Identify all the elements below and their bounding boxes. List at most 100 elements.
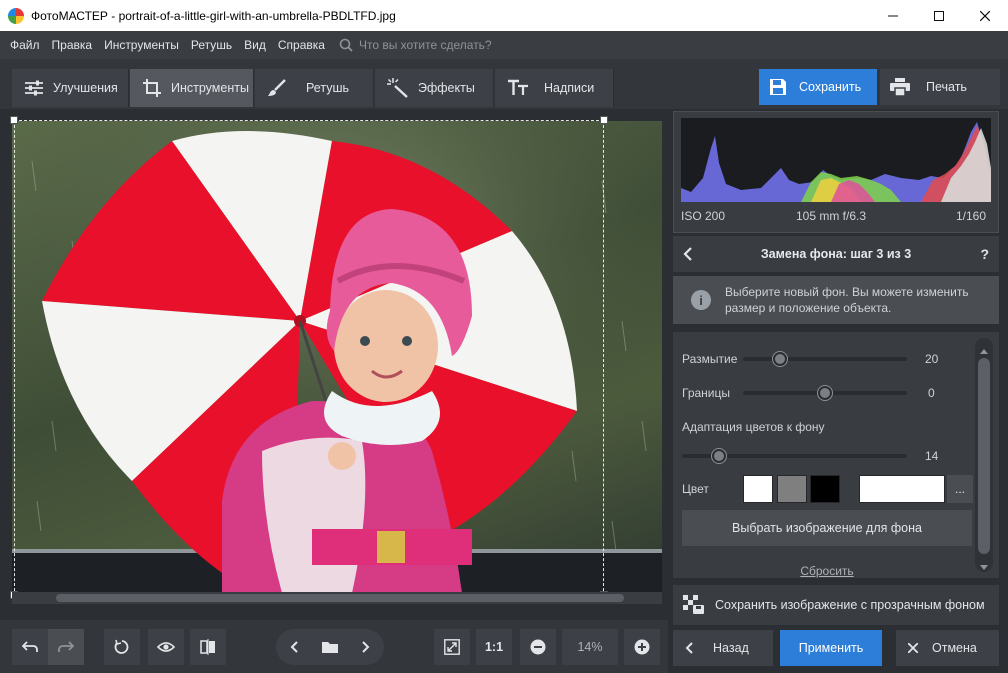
menu-tools[interactable]: Инструменты: [104, 38, 179, 52]
color-adapt-slider-thumb[interactable]: [711, 449, 726, 463]
undo-redo-group: [12, 629, 84, 665]
tab-label: Ретушь: [306, 81, 349, 95]
selected-color-field[interactable]: [859, 475, 945, 503]
tab-captions[interactable]: Надписи: [495, 69, 614, 107]
menu-retouch[interactable]: Ретушь: [191, 38, 232, 52]
tab-enhancements[interactable]: Улучшения: [12, 69, 129, 107]
actual-size-button[interactable]: 1:1: [476, 629, 512, 665]
borders-slider[interactable]: [743, 386, 907, 400]
zoom-out-button[interactable]: [520, 629, 556, 665]
scrollbar-thumb[interactable]: [978, 358, 990, 554]
chevron-right-icon: [362, 641, 370, 653]
eye-icon: [157, 642, 175, 652]
next-file-button[interactable]: [348, 629, 384, 665]
plus-circle-icon: [634, 639, 650, 655]
menu-search[interactable]: Что вы хотите сделать?: [339, 38, 492, 52]
cancel-button[interactable]: Отмена: [896, 630, 999, 666]
crop-handle-top-left[interactable]: [10, 116, 18, 124]
file-navigation: [276, 629, 384, 665]
tab-retouch[interactable]: Ретушь: [255, 69, 374, 107]
rotate-button[interactable]: [104, 629, 140, 665]
open-folder-button[interactable]: [312, 629, 348, 665]
iso-value: ISO 200: [681, 209, 726, 223]
choose-background-image-button[interactable]: Выбрать изображение для фона: [682, 510, 972, 546]
zoom-level[interactable]: 14%: [562, 629, 618, 665]
tab-label: Надписи: [544, 81, 595, 95]
brush-icon: [268, 79, 286, 96]
menu-file[interactable]: Файл: [10, 38, 40, 52]
menu-view[interactable]: Вид: [244, 38, 266, 52]
color-swatch-white[interactable]: [743, 475, 773, 503]
menu-help[interactable]: Справка: [278, 38, 325, 52]
menu-bar: Файл Правка Инструменты Ретушь Вид Справ…: [0, 31, 1008, 59]
tab-label: Эффекты: [418, 81, 475, 95]
folder-icon: [322, 642, 338, 653]
close-icon: [908, 643, 918, 653]
reset-link[interactable]: Сбросить: [682, 564, 972, 578]
chevron-left-icon: [290, 641, 298, 653]
crop-handle-top-right[interactable]: [600, 116, 608, 124]
lens-value: 105 mm f/6.3: [796, 209, 867, 223]
blur-value: 20: [925, 352, 939, 366]
color-label: Цвет: [682, 482, 709, 496]
background-settings: Размытие 20 Границы 0 Адаптация цветов к…: [673, 332, 999, 578]
fit-to-screen-button[interactable]: [434, 629, 470, 665]
print-button[interactable]: Печать: [880, 69, 1000, 105]
close-icon: [980, 10, 990, 21]
chevron-down-icon: [980, 565, 988, 570]
maximize-button[interactable]: [916, 0, 962, 31]
panel-scrollbar[interactable]: [975, 338, 993, 572]
photo-preview[interactable]: [12, 121, 662, 593]
blur-slider[interactable]: [743, 352, 907, 366]
zoom-in-button[interactable]: [624, 629, 660, 665]
tab-label: Инструменты: [171, 81, 249, 95]
window-title: ФотоМАСТЕР - portrait-of-a-little-girl-w…: [31, 8, 396, 23]
crop-icon: [143, 79, 161, 97]
borders-value: 0: [928, 386, 935, 400]
minus-circle-icon: [530, 639, 546, 655]
printer-icon: [890, 78, 910, 96]
compare-button[interactable]: [190, 629, 226, 665]
more-colors-button[interactable]: ...: [947, 475, 973, 503]
borders-slider-thumb[interactable]: [818, 386, 832, 400]
redo-button[interactable]: [48, 629, 84, 665]
search-placeholder: Что вы хотите сделать?: [358, 38, 492, 52]
save-transparent-button[interactable]: Сохранить изображение с прозрачным фоном: [673, 585, 999, 625]
minimize-button[interactable]: [870, 0, 916, 31]
floppy-disk-icon: [770, 79, 786, 95]
photo-image: [12, 121, 662, 593]
horizontal-scrollbar[interactable]: [12, 592, 662, 604]
blur-slider-thumb[interactable]: [773, 352, 787, 366]
shutter-value: 1/160: [956, 209, 987, 223]
save-button[interactable]: Сохранить: [759, 69, 877, 105]
tab-effects[interactable]: Эффекты: [375, 69, 494, 107]
canvas-area[interactable]: [0, 109, 668, 606]
undo-button[interactable]: [12, 641, 48, 653]
back-button[interactable]: Назад: [673, 630, 773, 666]
help-button[interactable]: ?: [980, 246, 989, 262]
color-swatch-black[interactable]: [810, 475, 840, 503]
app-logo-icon: [8, 7, 24, 24]
menu-edit[interactable]: Правка: [52, 38, 93, 52]
fit-screen-icon: [444, 639, 460, 655]
save-transparent-label: Сохранить изображение с прозрачным фоном: [715, 598, 985, 612]
bottom-toolbar: 1:1 14%: [0, 620, 668, 673]
close-button[interactable]: [962, 0, 1008, 31]
tab-tools[interactable]: Инструменты: [130, 69, 254, 107]
transparent-image-icon: [683, 595, 704, 614]
preview-button[interactable]: [148, 629, 184, 665]
compare-icon: [200, 639, 215, 655]
borders-label: Границы: [682, 386, 730, 400]
rotate-icon: [114, 639, 129, 654]
previous-file-button[interactable]: [276, 629, 312, 665]
text-icon: [508, 79, 528, 95]
scroll-up-arrow[interactable]: [980, 343, 988, 357]
print-label: Печать: [926, 80, 967, 94]
apply-button[interactable]: Применить: [780, 630, 882, 666]
color-swatch-gray[interactable]: [777, 475, 807, 503]
scrollbar-thumb[interactable]: [56, 594, 624, 602]
scroll-down-arrow[interactable]: [980, 560, 988, 574]
right-panel: ISO 200 105 mm f/6.3 1/160 Замена фона: …: [668, 109, 1008, 673]
color-adapt-label: Адаптация цветов к фону: [682, 420, 825, 434]
color-adapt-slider[interactable]: [682, 449, 907, 463]
